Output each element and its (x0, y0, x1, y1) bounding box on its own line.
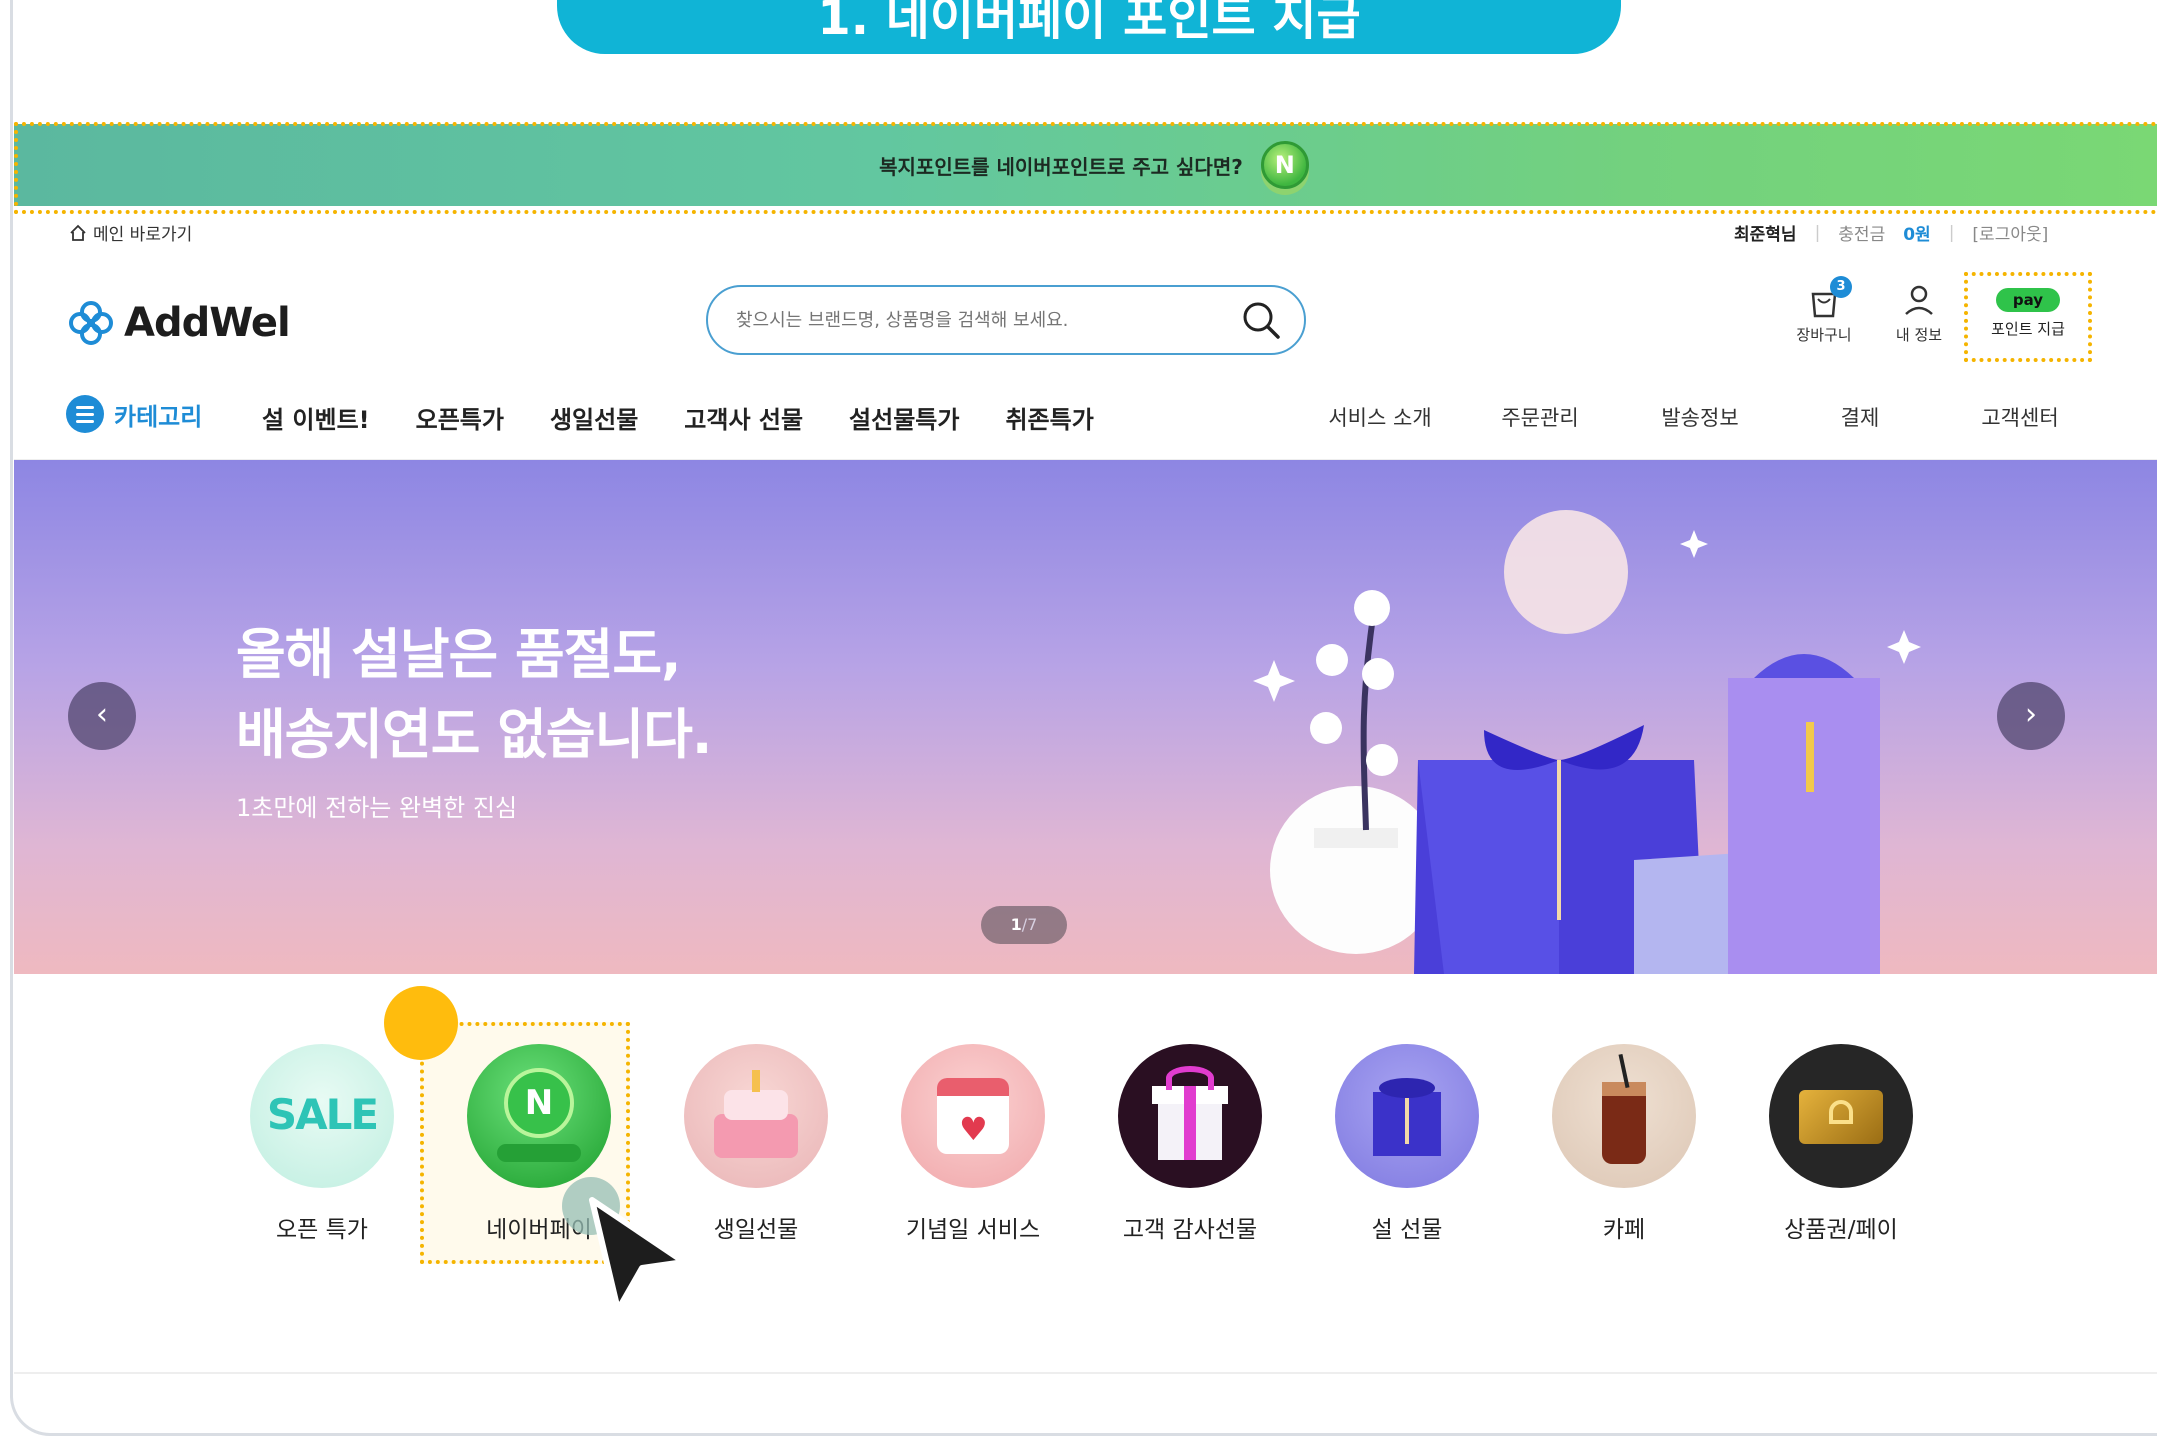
utility-bar: 메인 바로가기 최준혁님 | 충전금 0원 | [로그아웃] (14, 214, 2157, 260)
nav-item[interactable]: 고객센터 (1940, 402, 2100, 432)
coin-glyph: N (504, 1068, 574, 1138)
category-shortcuts: SALE 오픈 특가 N 네이버페이 생일선물 ♥ 기념일 서비스 고객 감사선… (14, 974, 2157, 1374)
cart-label: 장바구니 (1796, 326, 1852, 344)
npay-logo-text: pay (2012, 291, 2044, 309)
divider: | (1814, 222, 1821, 243)
home-icon (70, 224, 86, 241)
nav-item[interactable]: 설선물특가 (849, 400, 959, 435)
category-giftcard[interactable]: 상품권/페이 (1741, 1044, 1941, 1244)
nav-item[interactable]: 생일선물 (550, 400, 638, 435)
hero-banner[interactable]: 올해 설날은 품절도, 배송지연도 없습니다. 1초만에 전하는 완벽한 진심 … (14, 460, 2157, 974)
gift-box-icon (1118, 1044, 1262, 1188)
site-header: AddWel 3 장바구니 내 정보 pay 포인트 지급 (14, 260, 2157, 380)
banner-title-line2: 배송지연도 없습니다. (236, 703, 712, 766)
nav-secondary: 서비스 소개 주문관리 발송정보 결제 고객센터 (1300, 402, 2100, 432)
category-thanks-gift[interactable]: 고객 감사선물 (1090, 1044, 1290, 1244)
sale-icon: SALE (250, 1044, 394, 1188)
npay-point-button[interactable]: pay 포인트 지급 (1964, 272, 2092, 362)
nav-primary: 설 이벤트! 오픈특가 생일선물 고객사 선물 설선물특가 취존특가 (262, 400, 1094, 435)
mouse-pointer-icon (589, 1197, 687, 1313)
sale-art-text: SALE (266, 1090, 379, 1139)
category-cafe[interactable]: 카페 (1524, 1044, 1724, 1244)
site-logo[interactable]: AddWel (66, 298, 291, 348)
category-label: 상품권/페이 (1784, 1217, 1898, 1243)
charge-value: 0원 (1903, 225, 1931, 245)
cart-count-badge: 3 (1830, 276, 1852, 298)
home-link-label: 메인 바로가기 (93, 225, 193, 245)
banner-prev-button[interactable]: ‹ (68, 682, 136, 750)
category-label: 카페 (1602, 1217, 1646, 1243)
cart-button[interactable]: 3 장바구니 (1784, 276, 1864, 345)
category-label: 오픈 특가 (276, 1217, 368, 1243)
nav-item[interactable]: 고객사 선물 (684, 400, 803, 435)
chevron-left-icon: ‹ (96, 697, 108, 732)
search-input[interactable] (736, 309, 1236, 331)
search-icon[interactable] (1240, 299, 1282, 341)
pager-total: /7 (1021, 915, 1038, 934)
main-nav: 카테고리 설 이벤트! 오픈특가 생일선물 고객사 선물 설선물특가 취존특가 … (14, 380, 2157, 460)
nav-item[interactable]: 발송정보 (1620, 402, 1780, 432)
calendar-heart-icon: ♥ (901, 1044, 1045, 1188)
nav-item[interactable]: 결제 (1780, 402, 1940, 432)
banner-pager: 1/7 (981, 906, 1067, 944)
gift-card-icon (1769, 1044, 1913, 1188)
iced-coffee-icon (1552, 1044, 1696, 1188)
banner-subtitle: 1초만에 전하는 완벽한 진심 (236, 794, 518, 822)
cake-icon (684, 1044, 828, 1188)
step-title: 1. 네이버페이 포인트 지급 (557, 0, 1621, 54)
category-anniversary[interactable]: ♥ 기념일 서비스 (873, 1044, 1073, 1244)
npay-logo-icon: pay (1996, 288, 2060, 312)
nav-item[interactable]: 주문관리 (1460, 402, 1620, 432)
charge-label: 충전금 (1838, 225, 1886, 245)
section-divider (14, 1372, 2157, 1374)
logout-link[interactable]: [로그아웃] (1972, 220, 2048, 245)
search-bar[interactable] (706, 285, 1306, 355)
divider: | (1948, 222, 1955, 243)
addwel-logo-icon (69, 301, 113, 345)
npay-point-label: 포인트 지급 (1991, 320, 2065, 338)
holiday-gift-icon (1335, 1044, 1479, 1188)
pager-current: 1 (1010, 915, 1022, 934)
nav-item[interactable]: 오픈특가 (416, 400, 504, 435)
chevron-right-icon: › (2025, 697, 2037, 732)
category-label: 설 선물 (1371, 1217, 1443, 1243)
my-info-label: 내 정보 (1895, 326, 1943, 344)
step-marker-dot (384, 986, 458, 1060)
user-icon (1905, 285, 1933, 315)
nav-item[interactable]: 취존특가 (1005, 400, 1093, 435)
category-label: 고객 감사선물 (1122, 1217, 1258, 1243)
user-name: 최준혁님 (1734, 225, 1797, 245)
category-label: 카테고리 (114, 402, 203, 431)
nav-item[interactable]: 설 이벤트! (262, 400, 370, 435)
category-open-sale[interactable]: SALE 오픈 특가 (222, 1044, 422, 1244)
nav-item[interactable]: 서비스 소개 (1300, 402, 1460, 432)
banner-title-line1: 올해 설날은 품절도, (236, 623, 682, 686)
home-link[interactable]: 메인 바로가기 (69, 220, 192, 245)
banner-next-button[interactable]: › (1997, 682, 2065, 750)
user-status: 최준혁님 | 충전금 0원 | [로그아웃] (1734, 220, 2048, 246)
category-seollal-gift[interactable]: 설 선물 (1307, 1044, 1507, 1244)
logo-text: AddWel (124, 300, 291, 346)
highlight-promo (14, 122, 2157, 214)
category-button[interactable]: 카테고리 (66, 395, 202, 433)
naverpay-coin-icon: N (467, 1044, 611, 1188)
my-info-button[interactable]: 내 정보 (1884, 282, 1954, 345)
menu-icon (66, 395, 104, 433)
category-label: 기념일 서비스 (905, 1217, 1041, 1243)
